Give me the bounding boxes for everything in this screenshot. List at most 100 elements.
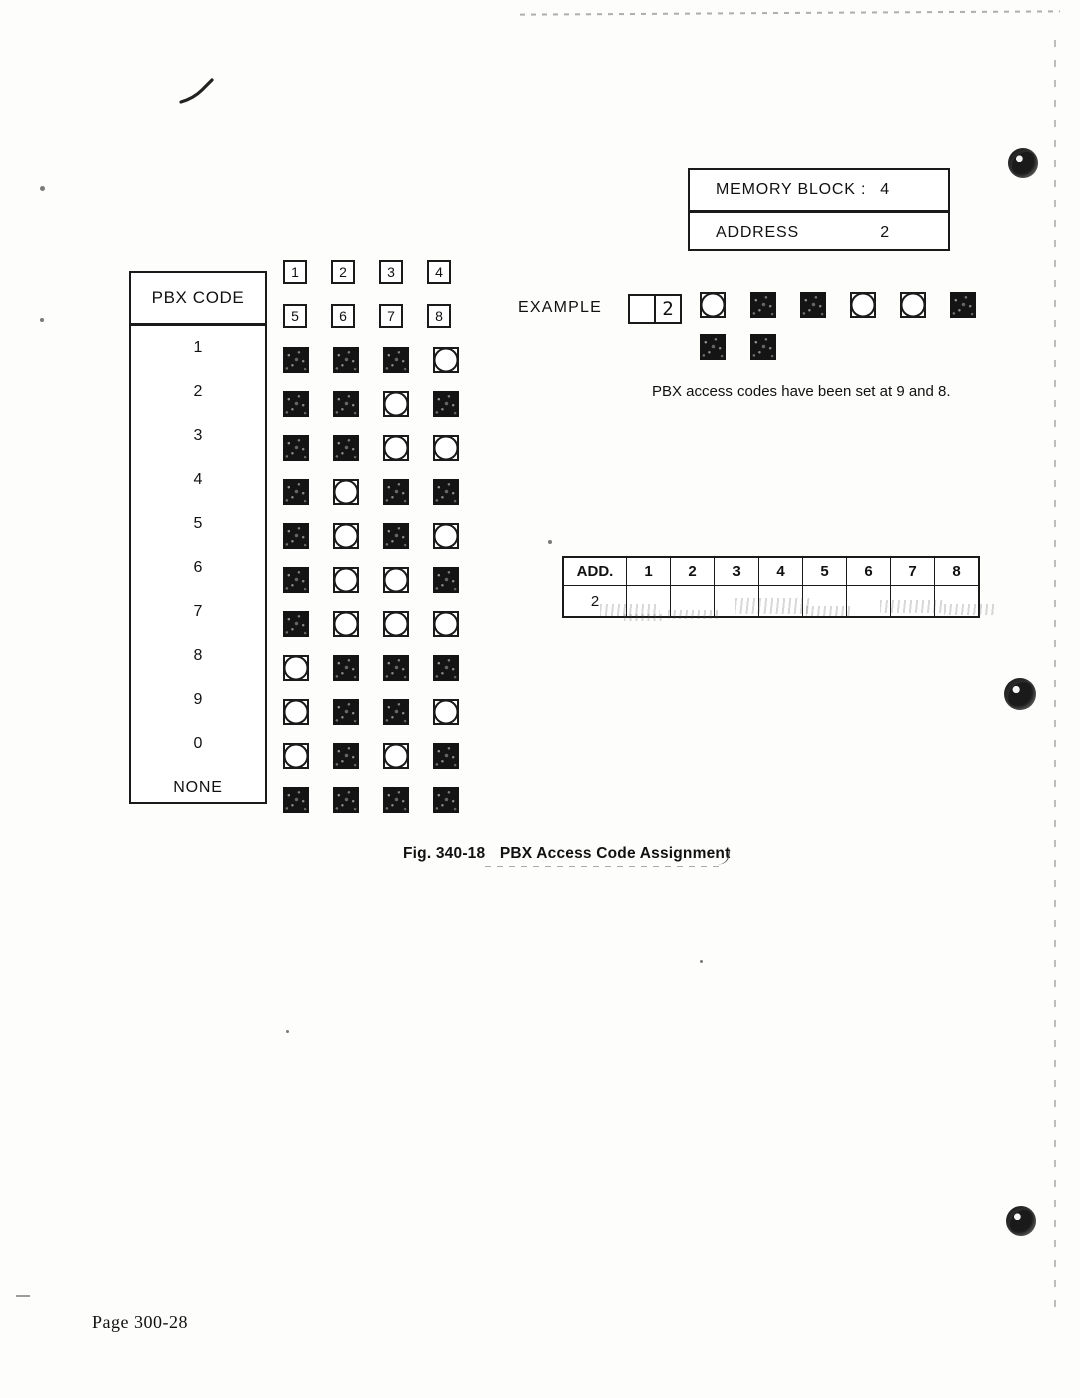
switch-indicator-on (283, 347, 309, 373)
switch-number-box: 1 (283, 260, 307, 284)
scan-line-artifact-top (519, 10, 1061, 16)
switch-indicator-off (433, 611, 459, 637)
address-table: ADD. 1 2 3 4 5 6 7 8 2 (563, 557, 979, 617)
example-switch-off (700, 292, 726, 318)
dust-speck (700, 960, 703, 963)
switch-indicator-off (433, 699, 459, 725)
address-table-cell[interactable] (670, 585, 715, 617)
switch-number-box: 7 (379, 304, 403, 328)
address-table-cell[interactable] (890, 585, 935, 617)
pbx-code-list: 1 2 3 4 5 6 7 8 9 0 NONE (131, 326, 265, 810)
address-table-label: ADD. (563, 557, 627, 586)
switch-row (283, 558, 459, 602)
switch-number-box: 3 (379, 260, 403, 284)
switch-indicator-off (383, 611, 409, 637)
figure-caption: Fig. 340-18 PBX Access Code Assignment (403, 845, 730, 863)
address-label: ADDRESS (716, 224, 799, 241)
switch-indicator-off (383, 391, 409, 417)
hole-punch-artifact (1008, 148, 1038, 178)
pbx-code-table-header: PBX CODE (131, 273, 265, 326)
switch-indicator-on (333, 391, 359, 417)
switch-indicator-on (433, 391, 459, 417)
address-table-cell[interactable] (758, 585, 803, 617)
pbx-code-cell: NONE (173, 779, 223, 796)
switch-indicator-on (283, 435, 309, 461)
switch-row (283, 514, 459, 558)
dust-speck (40, 318, 44, 322)
example-switch-off (850, 292, 876, 318)
address-table-cell[interactable] (846, 585, 891, 617)
switch-indicator-on (283, 479, 309, 505)
address-table-column-header: 3 (714, 557, 759, 586)
switch-number-box: 8 (427, 304, 451, 328)
dust-speck (40, 186, 45, 191)
switch-indicator-on (433, 479, 459, 505)
switch-indicator-off (333, 523, 359, 549)
switch-indicator-on (333, 787, 359, 813)
switch-number-box: 5 (283, 304, 307, 328)
address-table-cell[interactable] (802, 585, 847, 617)
switch-indicator-off (433, 523, 459, 549)
example-switch-on (750, 334, 776, 360)
pbx-code-cell: 7 (193, 603, 203, 620)
pbx-code-cell: 8 (193, 647, 203, 664)
scan-line-artifact-right (1054, 40, 1056, 1320)
switch-indicator-on (383, 655, 409, 681)
switch-indicator-off (283, 699, 309, 725)
example-switch-off (900, 292, 926, 318)
switch-row (283, 646, 459, 690)
switch-indicator-on (283, 391, 309, 417)
pbx-code-cell: 9 (193, 691, 203, 708)
pbx-code-cell: 6 (193, 559, 203, 576)
switch-indicator-off (383, 743, 409, 769)
switch-indicator-off (383, 435, 409, 461)
example-note: PBX access codes have been set at 9 and … (652, 383, 951, 400)
address-table-cell[interactable] (714, 585, 759, 617)
address-table-column-header: 2 (670, 557, 715, 586)
example-switch-row-1 (700, 292, 976, 318)
switch-number-box: 6 (331, 304, 355, 328)
address-table-cell[interactable] (934, 585, 979, 617)
switch-indicator-off (283, 743, 309, 769)
switch-indicator-on (333, 699, 359, 725)
switch-indicator-on (283, 787, 309, 813)
caption-underline-artifact (485, 866, 725, 867)
address-table-column-header: 8 (934, 557, 979, 586)
switch-indicator-off (333, 479, 359, 505)
switch-row (283, 382, 459, 426)
memory-block-box: MEMORY BLOCK : 4 ADDRESS 2 (688, 168, 950, 251)
caption-tail-artifact (714, 847, 731, 867)
address-table-column-header: 7 (890, 557, 935, 586)
switch-indicator-on (283, 523, 309, 549)
switch-indicator-off (383, 567, 409, 593)
pbx-code-cell: 3 (193, 427, 203, 444)
switch-indicator-on (433, 787, 459, 813)
switch-row (283, 690, 459, 734)
switch-indicator-on (333, 743, 359, 769)
pen-stroke-mark (179, 78, 214, 104)
address-value: 2 (880, 224, 890, 241)
switch-indicator-on (333, 435, 359, 461)
display-blank-segment (630, 296, 656, 322)
switch-indicator-on (383, 787, 409, 813)
switch-row (283, 734, 459, 778)
address-table-column-header: 6 (846, 557, 891, 586)
example-switch-on (800, 292, 826, 318)
address-table-cell[interactable] (626, 585, 671, 617)
memory-block-label: MEMORY BLOCK : (716, 181, 867, 198)
switch-number-box: 4 (427, 260, 451, 284)
switch-row (283, 338, 459, 382)
switch-indicator-off (433, 347, 459, 373)
address-table-row-label: 2 (563, 585, 627, 617)
scan-line-artifact-left (16, 1295, 30, 1297)
example-switch-on (700, 334, 726, 360)
switch-indicator-on (433, 567, 459, 593)
pbx-code-table: PBX CODE 1 2 3 4 5 6 7 8 9 0 NONE (129, 271, 267, 804)
dust-speck (548, 540, 552, 544)
switch-indicator-on (383, 523, 409, 549)
figure-title: PBX Access Code Assignment (499, 845, 731, 862)
example-label: EXAMPLE (518, 299, 602, 316)
page-number: Page 300-28 (92, 1312, 188, 1332)
pbx-code-cell: 0 (193, 735, 203, 752)
switch-number-row-1: 1234 (283, 250, 459, 294)
